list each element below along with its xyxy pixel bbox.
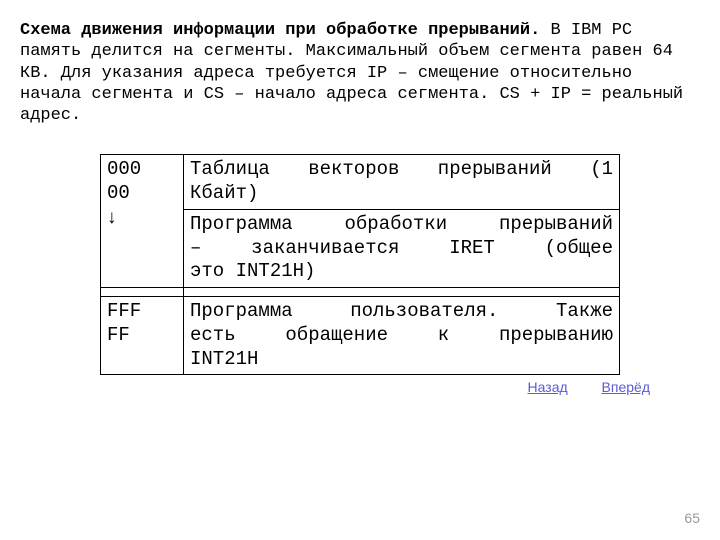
footer-links: Назад Вперёд [20,375,700,395]
heading: Схема движения информации при обработке … [20,21,540,40]
memory-table: 00000↓ Таблица векторов прерываний (1 Кб… [100,154,620,375]
desc-cell: Таблица векторов прерываний (1 Кбайт) [184,155,620,210]
desc-cell: Программа пользователя. Также есть обращ… [184,297,620,375]
desc-cell [184,288,620,297]
down-arrow-icon: ↓ [107,207,117,228]
table-row: 00000↓ Таблица векторов прерываний (1 Кб… [101,155,620,210]
back-link[interactable]: Назад [528,379,568,395]
forward-link[interactable]: Вперёд [602,379,650,395]
page-content: Схема движения информации при обработке … [0,0,720,395]
addr-cell [101,288,184,297]
addr-cell: 00000↓ [101,155,184,288]
body-text: Схема движения информации при обработке … [20,20,700,126]
addr-cell: FFFFF [101,297,184,375]
page-number: 65 [684,510,700,526]
desc-cell: Программа обработки прерываний – заканчи… [184,209,620,287]
table-row [101,288,620,297]
table-row: FFFFF Программа пользователя. Также есть… [101,297,620,375]
